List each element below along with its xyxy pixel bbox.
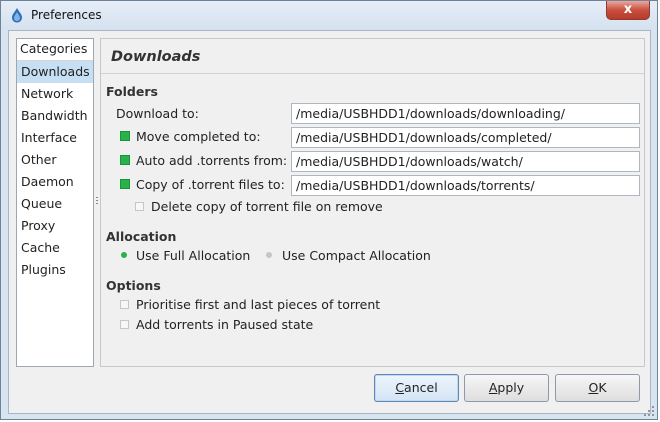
auto-add-label: Auto add .torrents from: <box>136 153 288 168</box>
apply-label: pply <box>497 380 525 395</box>
categories-header: Categories <box>17 39 93 61</box>
categories-list[interactable]: Categories Downloads Network Bandwidth I… <box>16 38 94 367</box>
add-paused-label: Add torrents in Paused state <box>136 317 314 332</box>
category-item-network[interactable]: Network <box>17 83 93 105</box>
preferences-window: Preferences x Categories Downloads Netwo… <box>0 0 658 420</box>
compact-allocation-label: Use Compact Allocation <box>282 248 431 263</box>
cancel-button[interactable]: Cancel <box>374 374 459 402</box>
pane-splitter-handle[interactable] <box>95 197 99 209</box>
category-item-other[interactable]: Other <box>17 149 93 171</box>
download-to-label: Download to: <box>116 106 199 121</box>
move-completed-field[interactable]: /media/USBHDD1/downloads/completed/ <box>291 127 640 148</box>
ok-mnemonic: O <box>588 380 599 395</box>
window-title: Preferences <box>31 8 102 22</box>
options-section-title: Options <box>106 278 161 293</box>
close-icon: x <box>623 2 633 17</box>
prioritise-checkbox[interactable] <box>120 300 129 309</box>
copy-torrent-label: Copy of .torrent files to: <box>136 177 285 192</box>
ok-label: K <box>598 380 607 395</box>
category-item-queue[interactable]: Queue <box>17 193 93 215</box>
category-item-interface[interactable]: Interface <box>17 127 93 149</box>
close-button[interactable]: x <box>606 1 650 20</box>
resize-grip-icon[interactable] <box>644 406 654 416</box>
folders-section-title: Folders <box>106 84 158 99</box>
move-completed-label: Move completed to: <box>136 129 261 144</box>
ok-button[interactable]: OK <box>555 374 640 402</box>
dialog-client-area: Categories Downloads Network Bandwidth I… <box>8 30 651 414</box>
category-item-cache[interactable]: Cache <box>17 237 93 259</box>
full-allocation-radio[interactable] <box>121 252 127 258</box>
category-item-proxy[interactable]: Proxy <box>17 215 93 237</box>
page-title: Downloads <box>111 49 201 65</box>
auto-add-field[interactable]: /media/USBHDD1/downloads/watch/ <box>291 151 640 172</box>
delete-copy-label: Delete copy of torrent file on remove <box>151 199 383 214</box>
move-completed-checkbox[interactable] <box>120 131 130 141</box>
downloads-settings-panel: Downloads Folders Download to: /media/US… <box>100 38 645 367</box>
category-item-bandwidth[interactable]: Bandwidth <box>17 105 93 127</box>
add-paused-checkbox[interactable] <box>120 320 129 329</box>
apply-button[interactable]: Apply <box>464 374 549 402</box>
delete-copy-checkbox[interactable] <box>135 202 144 211</box>
prioritise-label: Prioritise first and last pieces of torr… <box>136 297 381 312</box>
auto-add-checkbox[interactable] <box>120 155 130 165</box>
copy-torrent-checkbox[interactable] <box>120 179 130 189</box>
category-item-daemon[interactable]: Daemon <box>17 171 93 193</box>
copy-torrent-field[interactable]: /media/USBHDD1/downloads/torrents/ <box>291 175 640 196</box>
download-to-field[interactable]: /media/USBHDD1/downloads/downloading/ <box>291 103 640 124</box>
full-allocation-label: Use Full Allocation <box>136 248 251 263</box>
compact-allocation-radio[interactable] <box>266 252 272 258</box>
allocation-section-title: Allocation <box>106 229 177 244</box>
category-item-downloads[interactable]: Downloads <box>17 61 93 83</box>
title-bar[interactable]: Preferences x <box>1 1 657 30</box>
heading-divider <box>101 73 644 74</box>
category-item-plugins[interactable]: Plugins <box>17 259 93 281</box>
cancel-mnemonic: C <box>395 380 405 395</box>
cancel-label: ancel <box>404 380 438 395</box>
deluge-app-icon <box>12 8 22 23</box>
